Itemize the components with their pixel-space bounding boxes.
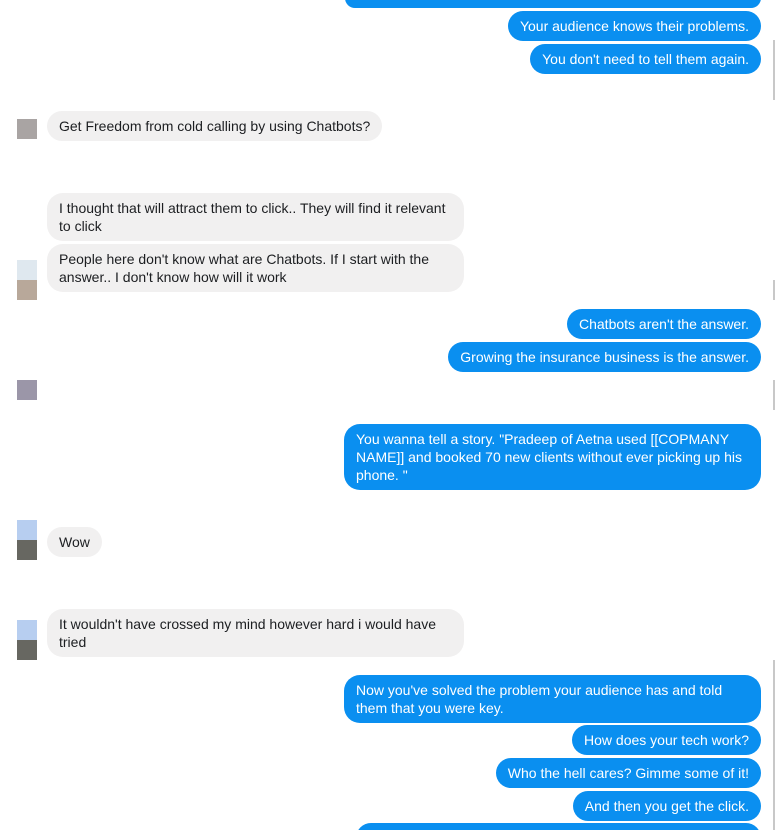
chat-thread: Your audience knows their problems. You … xyxy=(0,0,775,830)
message-bubble-partial xyxy=(345,0,761,8)
message-bubble-partial xyxy=(356,823,761,830)
contact-avatar xyxy=(17,380,37,400)
contact-avatar xyxy=(17,620,37,660)
message-bubble-outgoing: Your audience knows their problems. xyxy=(507,11,761,41)
message-bubble-incoming: I thought that will attract them to clic… xyxy=(47,193,464,241)
message-bubble-outgoing: Chatbots aren't the answer. xyxy=(567,309,761,339)
message-bubble-incoming: Wow xyxy=(47,527,102,557)
message-bubble-outgoing: You don't need to tell them again. xyxy=(530,44,761,74)
message-bubble-outgoing: Now you've solved the problem your audie… xyxy=(344,675,761,723)
message-bubble-outgoing: How does your tech work? xyxy=(572,725,761,755)
contact-avatar xyxy=(17,520,37,560)
contact-avatar xyxy=(17,260,37,300)
message-bubble-incoming: It wouldn't have crossed my mind however… xyxy=(47,609,464,657)
message-bubble-outgoing: And then you get the click. xyxy=(572,791,761,821)
message-bubble-incoming: Get Freedom from cold calling by using C… xyxy=(47,111,383,141)
message-bubble-outgoing: Growing the insurance business is the an… xyxy=(448,342,761,372)
message-bubble-incoming: People here don't know what are Chatbots… xyxy=(47,244,464,292)
message-bubble-outgoing: You wanna tell a story. "Pradeep of Aetn… xyxy=(344,424,761,490)
message-bubble-outgoing: Who the hell cares? Gimme some of it! xyxy=(495,758,761,788)
contact-avatar xyxy=(17,119,37,139)
